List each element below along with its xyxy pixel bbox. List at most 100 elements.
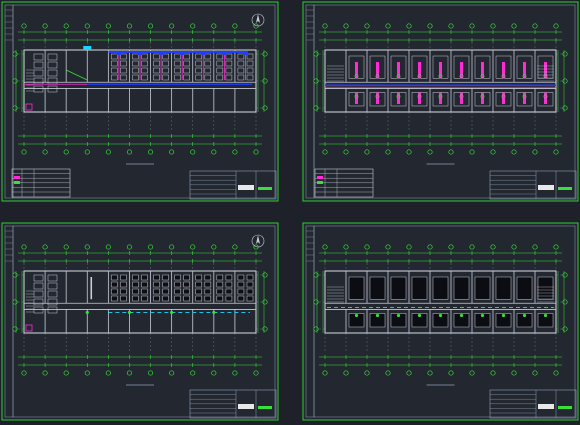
legend-swatch	[317, 176, 323, 179]
sheet-frame	[1, 222, 279, 421]
axis-bubble-top	[63, 244, 69, 250]
axis-bubble-top	[322, 23, 328, 29]
axis-bubble-bottom	[469, 370, 475, 376]
axis-bubble-bottom	[427, 149, 433, 155]
axis-bubble-top	[469, 244, 475, 250]
desk	[237, 274, 245, 281]
axis-bubble-top	[343, 244, 349, 250]
room-furniture	[495, 276, 512, 300]
desk	[246, 288, 254, 295]
desk	[174, 288, 181, 295]
room-furniture	[474, 276, 491, 300]
axis-bubble-left	[12, 272, 18, 278]
room-furniture	[516, 276, 533, 300]
axis-bubble-bottom	[169, 370, 175, 376]
riser-marker	[397, 62, 400, 79]
axis-bubble-right	[262, 51, 268, 57]
desk	[174, 295, 181, 302]
desk	[216, 281, 224, 288]
desk	[174, 281, 181, 288]
axis-bubble-top	[105, 244, 111, 250]
axis-bubble-bottom	[105, 149, 111, 155]
axis-bubble-top	[42, 244, 48, 250]
drawing-sheet-2[interactable]	[302, 1, 579, 202]
axis-bubble-top	[190, 244, 196, 250]
axis-bubble-bottom	[63, 370, 69, 376]
title-block-logo	[538, 185, 554, 190]
desk	[204, 281, 212, 288]
axis-bubble-top	[385, 244, 391, 250]
axis-bubble-bottom	[511, 149, 517, 155]
desk	[141, 295, 148, 302]
drawing-sheet-1[interactable]	[1, 1, 279, 202]
desk	[183, 281, 190, 288]
desk	[132, 295, 139, 302]
axis-bubble-bottom	[385, 149, 391, 155]
axis-bubble-top	[490, 23, 496, 29]
axis-bubble-right	[562, 51, 568, 57]
legend-swatch	[14, 181, 20, 184]
riser-marker	[502, 62, 505, 79]
axis-bubble-right	[562, 78, 568, 84]
axis-bubble-top	[448, 23, 454, 29]
desk	[111, 288, 118, 295]
desk	[237, 281, 245, 288]
drawing-sheet-4[interactable]	[302, 222, 579, 421]
axis-bubble-bottom	[190, 370, 196, 376]
axis-bubble-bottom	[147, 370, 154, 376]
axis-bubble-left	[313, 51, 319, 57]
axis-bubble-left	[313, 326, 319, 332]
axis-bubble-left	[313, 105, 319, 111]
riser-marker	[439, 62, 442, 79]
node-marker	[375, 313, 380, 318]
axis-bubble-top	[211, 244, 217, 250]
axis-bubble-bottom	[532, 370, 538, 376]
riser-marker	[376, 62, 379, 79]
riser-marker	[481, 62, 484, 79]
axis-bubble-top	[63, 23, 69, 29]
desk	[204, 274, 212, 281]
axis-bubble-top	[147, 244, 154, 250]
equipment-marker	[83, 46, 92, 50]
drawing-sheet-3[interactable]	[1, 222, 279, 421]
axis-bubble-bottom	[42, 370, 48, 376]
node-marker	[85, 310, 89, 315]
cad-drawing-canvas[interactable]	[0, 0, 580, 421]
desk	[162, 288, 169, 295]
desk	[174, 274, 181, 281]
axis-bubble-top	[343, 23, 349, 29]
axis-bubble-bottom	[84, 370, 90, 376]
axis-bubble-bottom	[21, 370, 27, 376]
axis-bubble-bottom	[253, 149, 259, 155]
desk	[153, 288, 160, 295]
desk	[183, 295, 190, 302]
axis-bubble-bottom	[322, 149, 328, 155]
axis-bubble-top	[232, 244, 238, 250]
title-block-logo	[538, 404, 554, 409]
node-marker	[438, 313, 443, 318]
desk	[141, 281, 148, 288]
desk	[120, 281, 127, 288]
axis-bubble-top	[211, 23, 217, 29]
desk	[111, 274, 118, 281]
axis-bubble-bottom	[490, 370, 496, 376]
axis-bubble-top	[21, 23, 27, 29]
desk	[153, 281, 160, 288]
axis-bubble-bottom	[448, 149, 454, 155]
axis-bubble-top	[147, 23, 154, 29]
axis-bubble-bottom	[147, 149, 154, 155]
axis-bubble-bottom	[553, 370, 559, 376]
desk	[153, 274, 160, 281]
desk	[132, 281, 139, 288]
axis-bubble-right	[562, 105, 568, 111]
axis-bubble-bottom	[105, 370, 111, 376]
axis-bubble-top	[105, 23, 111, 29]
axis-bubble-bottom	[42, 149, 48, 155]
axis-bubble-left	[12, 299, 18, 305]
axis-bubble-top	[427, 23, 433, 29]
axis-bubble-top	[42, 23, 48, 29]
node-marker	[354, 313, 359, 318]
axis-bubble-bottom	[511, 370, 517, 376]
axis-bubble-bottom	[322, 370, 328, 376]
axis-bubble-left	[313, 78, 319, 84]
